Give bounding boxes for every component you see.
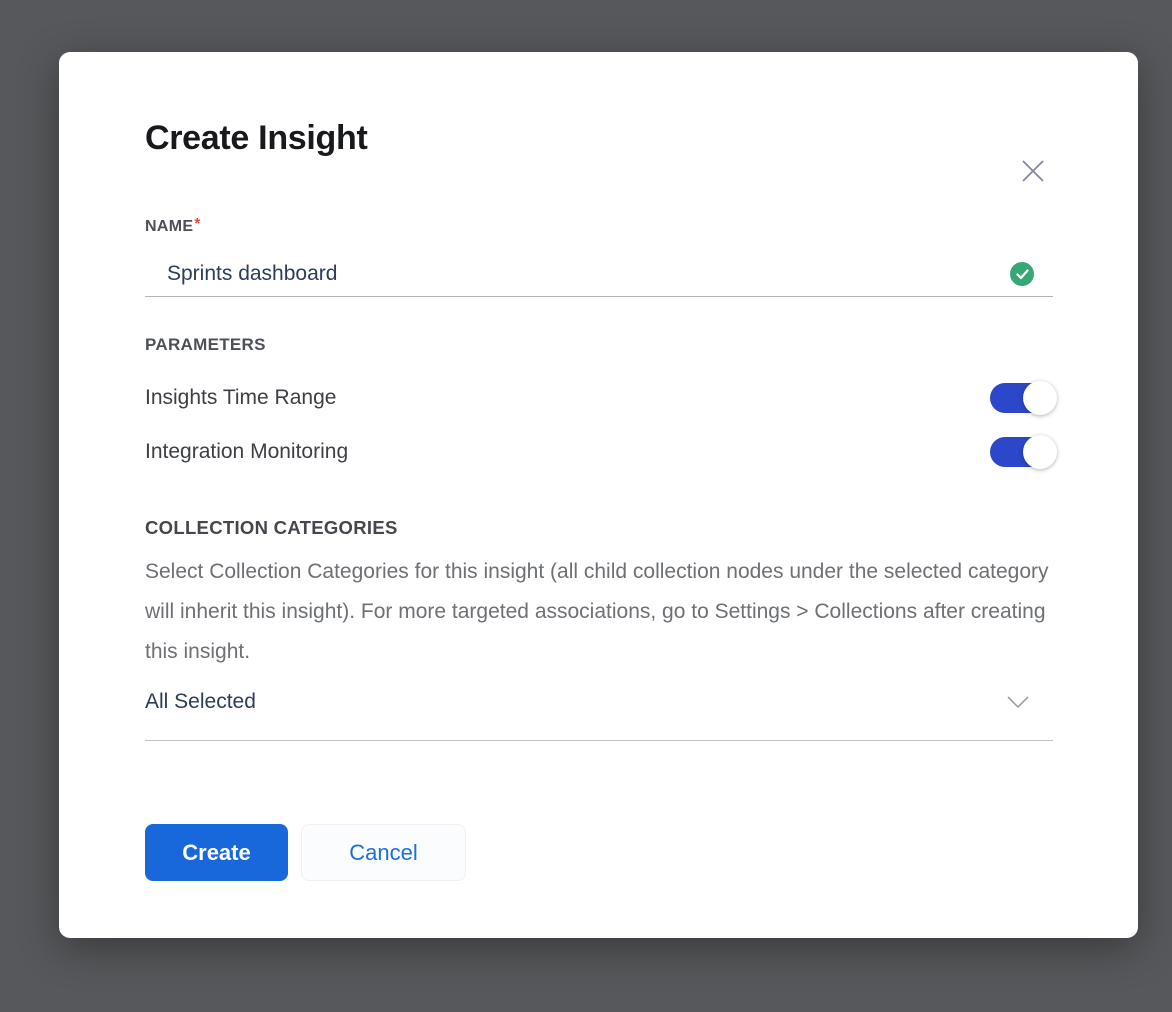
check-circle-icon	[1010, 262, 1034, 286]
collection-categories-select[interactable]: All Selected	[145, 689, 1053, 741]
name-field-label: NAME*	[145, 218, 1053, 236]
chevron-down-icon	[1006, 695, 1030, 709]
insights-time-range-toggle[interactable]	[990, 383, 1053, 413]
toggle-label: Integration Monitoring	[145, 440, 348, 464]
toggle-knob	[1023, 381, 1057, 415]
toggle-row-insights-time-range: Insights Time Range	[145, 383, 1053, 413]
modal-overlay: Create Insight NAME* PARAMETERS Insights…	[0, 0, 1172, 1012]
modal-actions: Create Cancel	[145, 824, 1053, 881]
parameters-section-label: PARAMETERS	[145, 335, 1053, 355]
create-insight-modal: Create Insight NAME* PARAMETERS Insights…	[59, 52, 1138, 938]
select-value: All Selected	[145, 689, 256, 715]
close-icon	[1020, 158, 1046, 184]
collection-categories-label: COLLECTION CATEGORIES	[145, 517, 1053, 539]
toggle-knob	[1023, 435, 1057, 469]
page-title: Create Insight	[145, 116, 1053, 160]
required-asterisk: *	[194, 215, 200, 232]
toggle-label: Insights Time Range	[145, 386, 336, 410]
create-button[interactable]: Create	[145, 824, 288, 881]
close-button[interactable]	[1016, 154, 1050, 188]
cancel-button[interactable]: Cancel	[301, 824, 466, 881]
name-input[interactable]	[145, 261, 1015, 287]
integration-monitoring-toggle[interactable]	[990, 437, 1053, 467]
name-input-row	[145, 261, 1053, 297]
toggle-row-integration-monitoring: Integration Monitoring	[145, 437, 1053, 467]
collection-categories-description: Select Collection Categories for this in…	[145, 552, 1053, 672]
